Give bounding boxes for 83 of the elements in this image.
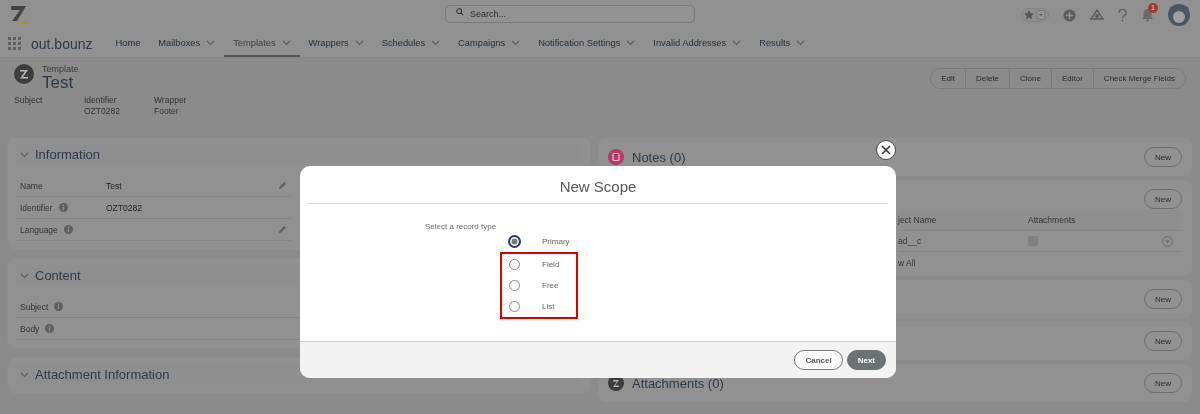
info-icon xyxy=(45,324,55,333)
action-button[interactable]: Clone xyxy=(1009,69,1051,88)
nav-tab[interactable]: Invalid Addresses xyxy=(644,30,751,57)
chevron-down-icon xyxy=(354,39,364,46)
field-value: Footer xyxy=(154,106,179,117)
modal-title: New Scope xyxy=(308,166,888,204)
nav-tab[interactable]: Wrappers xyxy=(299,30,373,57)
notes-icon xyxy=(608,149,624,165)
radio-option[interactable]: Free xyxy=(502,275,576,296)
field-value: Test xyxy=(106,180,122,191)
section-title: Information xyxy=(35,147,101,162)
field-label: Identifier xyxy=(20,202,53,213)
column-header: ject Name xyxy=(898,215,938,225)
row-menu-icon[interactable] xyxy=(1162,235,1173,247)
radio-button[interactable] xyxy=(508,235,521,248)
chevron-down-icon xyxy=(796,39,806,46)
card-title: Notes (0) xyxy=(632,149,686,165)
option-label: Field xyxy=(542,260,560,269)
record-title: Test xyxy=(42,74,74,92)
chevron-down-icon xyxy=(626,39,636,46)
action-button[interactable]: Edit xyxy=(931,69,965,88)
primary-button[interactable]: Next xyxy=(846,350,886,370)
pencil-icon[interactable] xyxy=(278,225,287,234)
action-button[interactable]: Delete xyxy=(964,69,1010,88)
info-icon xyxy=(63,225,73,234)
action-button[interactable]: Check Merge Fields xyxy=(1092,69,1185,88)
radio-button[interactable] xyxy=(509,280,520,291)
avatar-icon[interactable] xyxy=(1168,4,1190,26)
section-title: Content xyxy=(35,268,81,283)
chevron-down-icon xyxy=(20,371,29,378)
option-label: Free xyxy=(542,281,559,290)
field-label: Name xyxy=(20,180,43,191)
close-icon xyxy=(881,145,891,155)
add-icon[interactable] xyxy=(1063,8,1076,22)
field-value: OZT0282 xyxy=(84,106,120,117)
chevron-down-icon xyxy=(511,39,521,46)
chevron-down-icon xyxy=(732,39,742,46)
field-label: Subject xyxy=(20,301,49,312)
action-button[interactable]: Editor xyxy=(1050,69,1093,88)
radio-option[interactable]: List xyxy=(502,296,576,317)
chevron-down-icon xyxy=(281,39,291,46)
nav-tab[interactable]: Notification Settings xyxy=(529,30,645,57)
pencil-icon[interactable] xyxy=(278,181,287,190)
chevron-down-icon xyxy=(20,151,29,158)
section-title: Attachment Information xyxy=(35,367,170,382)
logo-icon xyxy=(10,5,28,25)
radio-button[interactable] xyxy=(509,259,520,270)
bell-icon[interactable] xyxy=(1141,8,1154,22)
record-type: Template xyxy=(42,64,79,74)
search-icon xyxy=(456,8,464,16)
info-icon xyxy=(58,203,68,212)
field-label: Wrapper xyxy=(154,95,187,106)
nav-tab[interactable]: Results xyxy=(750,30,815,57)
radio-option[interactable]: Primary xyxy=(502,231,578,252)
option-label: Primary xyxy=(542,237,570,246)
column-header: Attachments xyxy=(1028,215,1077,225)
field-label: Language xyxy=(20,224,58,235)
chevron-down-icon xyxy=(431,39,441,46)
field-label: Body xyxy=(20,323,40,334)
field-label: Subject xyxy=(14,95,43,106)
secondary-button[interactable]: Cancel xyxy=(794,350,843,370)
record-type-icon xyxy=(14,64,34,84)
info-icon xyxy=(54,302,64,311)
field-label: Identifier xyxy=(84,95,117,106)
option-label: List xyxy=(542,302,555,311)
nav-tab[interactable]: Mailboxes xyxy=(149,30,225,57)
prompt-text: Select a record type xyxy=(425,222,498,231)
radio-button[interactable] xyxy=(509,301,520,312)
radio-option[interactable]: Field xyxy=(502,254,576,275)
nav-tab[interactable]: Home xyxy=(106,30,150,57)
card-title: Attachments (0) xyxy=(632,375,724,391)
app-launcher-icon[interactable] xyxy=(8,37,21,50)
nav-tab[interactable]: Templates xyxy=(224,30,300,57)
chevron-down-icon xyxy=(206,39,216,46)
nav-tab[interactable]: Schedules xyxy=(372,30,450,57)
app-name: out.bounz xyxy=(31,35,93,52)
view-all-link[interactable]: w All xyxy=(898,258,1182,268)
field-value: OZT0282 xyxy=(106,202,142,213)
chevron-down-icon xyxy=(20,272,29,279)
table-cell-text: ad__c xyxy=(898,236,923,246)
help-icon[interactable] xyxy=(1118,8,1127,22)
search-field[interactable]: Search... xyxy=(445,5,695,23)
nav-tab[interactable]: Campaigns xyxy=(449,30,530,57)
